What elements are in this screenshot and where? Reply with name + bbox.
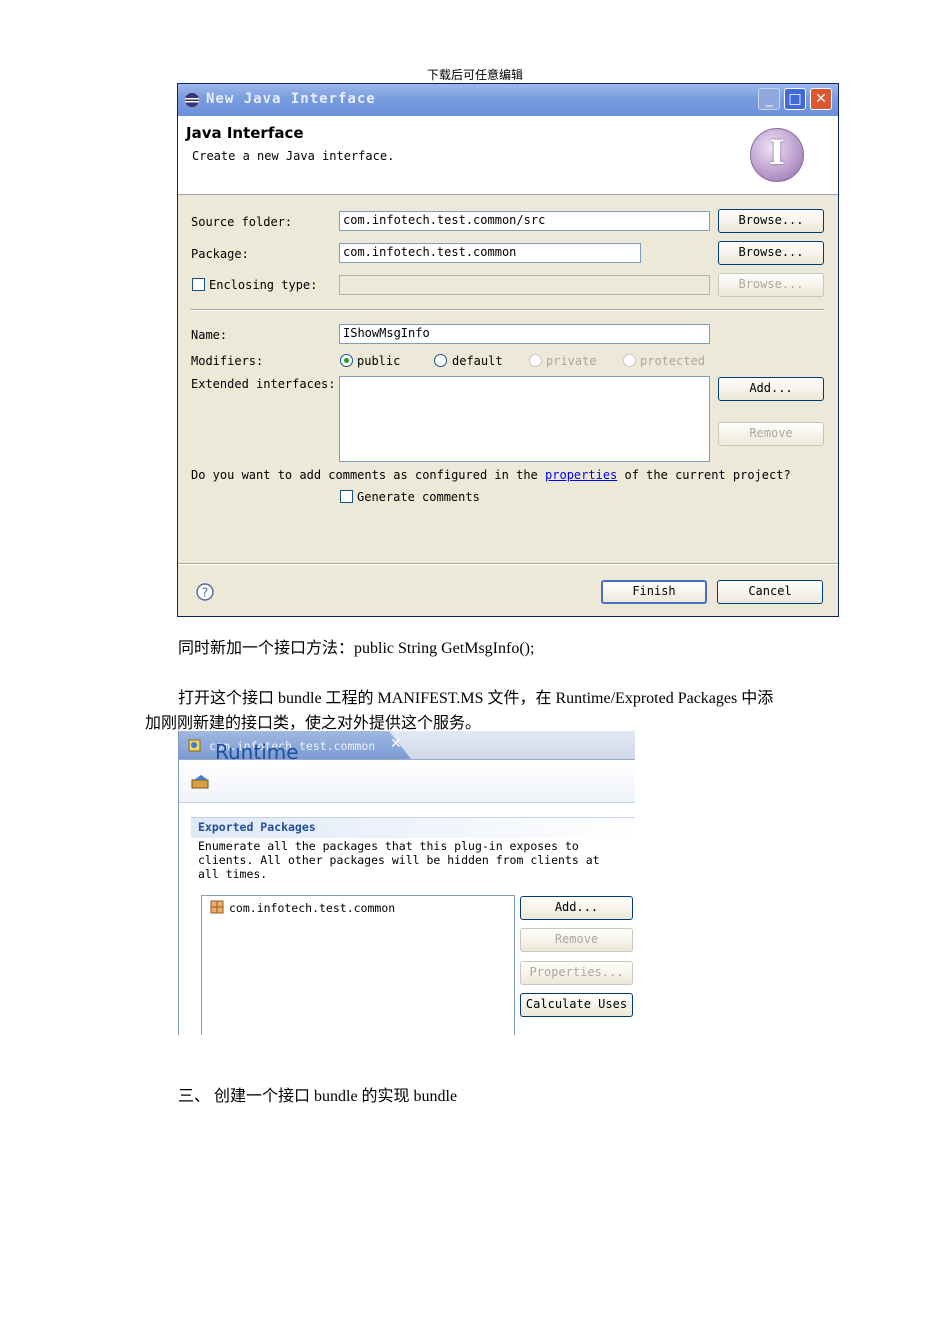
protected-radio-label: protected bbox=[640, 354, 706, 368]
close-button[interactable]: ✕ bbox=[810, 88, 832, 110]
interface-wizard-icon: I bbox=[750, 128, 804, 182]
add-interface-button[interactable]: Add... bbox=[718, 377, 824, 401]
add-package-button[interactable]: Add... bbox=[520, 896, 633, 920]
generate-comments-checkbox[interactable] bbox=[340, 490, 353, 503]
svg-text:?: ? bbox=[202, 586, 208, 600]
minimize-icon: _ bbox=[765, 91, 773, 107]
enclosing-type-input[interactable] bbox=[339, 275, 710, 295]
eclipse-icon bbox=[185, 93, 199, 107]
enclosing-type-label: Enclosing type: bbox=[209, 278, 318, 292]
window-title: New Java Interface bbox=[206, 91, 376, 107]
source-folder-input[interactable]: com.infotech.test.common/src bbox=[339, 211, 710, 231]
wizard-banner: Java Interface Create a new Java interfa… bbox=[178, 116, 838, 195]
banner-description: Create a new Java interface. bbox=[192, 149, 395, 163]
source-folder-label: Source folder: bbox=[191, 215, 293, 229]
private-radio-label: private bbox=[546, 354, 597, 368]
paragraph-interface-method: 同时新加一个接口方法：public String GetMsgInfo(); bbox=[178, 640, 535, 657]
modifiers-label: Modifiers: bbox=[191, 354, 264, 368]
package-icon bbox=[210, 900, 224, 914]
calculate-uses-button[interactable]: Calculate Uses bbox=[520, 993, 633, 1017]
banner-title: Java Interface bbox=[186, 124, 304, 142]
section-desc-line1: Enumerate all the packages that this plu… bbox=[198, 839, 579, 853]
enclosing-type-checkbox[interactable] bbox=[192, 278, 205, 291]
package-label: Package: bbox=[191, 247, 249, 261]
title-bar[interactable]: New Java Interface _ □ ✕ bbox=[178, 84, 838, 116]
close-tab-icon[interactable]: ✕ bbox=[390, 736, 402, 752]
close-icon: ✕ bbox=[815, 91, 827, 107]
remove-interface-button[interactable]: Remove bbox=[718, 422, 824, 446]
new-java-interface-dialog: New Java Interface _ □ ✕ Java Interface … bbox=[177, 83, 839, 617]
private-radio[interactable] bbox=[529, 354, 542, 367]
runtime-icon bbox=[191, 775, 209, 789]
maximize-icon: □ bbox=[788, 91, 802, 107]
properties-button[interactable]: Properties... bbox=[520, 961, 633, 985]
cancel-button[interactable]: Cancel bbox=[717, 580, 823, 604]
exported-packages-list[interactable] bbox=[201, 895, 515, 1035]
browse-source-folder-button[interactable]: Browse... bbox=[718, 209, 824, 233]
paragraph-manifest-line1: 打开这个接口 bundle 工程的 MANIFEST.MS 文件，在 Runti… bbox=[178, 690, 774, 707]
section-desc-line2: clients. All other packages will be hidd… bbox=[198, 853, 600, 867]
public-radio[interactable] bbox=[340, 354, 353, 367]
comments-prefix: Do you want to add comments as configure… bbox=[191, 468, 538, 482]
header-note: 下载后可任意编辑 bbox=[426, 68, 523, 82]
maximize-button[interactable]: □ bbox=[784, 88, 806, 110]
section-title: Exported Packages bbox=[198, 820, 316, 834]
section-desc-line3: all times. bbox=[198, 867, 268, 881]
plugin-manifest-icon bbox=[188, 739, 201, 752]
name-input[interactable]: IShowMsgInfo bbox=[339, 324, 710, 344]
extended-interfaces-list[interactable] bbox=[339, 376, 710, 462]
manifest-runtime-editor: com.infotech.test.common ✕ Runtime Expor… bbox=[178, 731, 635, 1035]
help-icon[interactable]: ? bbox=[196, 583, 214, 601]
properties-link[interactable]: properties bbox=[545, 468, 617, 482]
package-input[interactable]: com.infotech.test.common bbox=[339, 243, 641, 263]
default-radio-label: default bbox=[452, 354, 503, 368]
page-title: Runtime bbox=[215, 740, 299, 764]
comments-suffix: of the current project? bbox=[624, 468, 791, 482]
generate-comments-label: Generate comments bbox=[357, 490, 480, 504]
browse-package-button[interactable]: Browse... bbox=[718, 241, 824, 265]
paragraph-manifest-line2: 加刚刚新建的接口类，使之对外提供这个服务。 bbox=[145, 715, 482, 732]
list-item[interactable]: com.infotech.test.common bbox=[229, 901, 395, 915]
remove-package-button[interactable]: Remove bbox=[520, 928, 633, 952]
separator bbox=[190, 309, 824, 311]
footer-separator bbox=[178, 563, 838, 565]
finish-button[interactable]: Finish bbox=[601, 580, 707, 604]
comments-question: Do you want to add comments as configure… bbox=[191, 468, 791, 482]
extended-interfaces-label: Extended interfaces: bbox=[191, 377, 336, 391]
name-label: Name: bbox=[191, 328, 228, 342]
protected-radio[interactable] bbox=[623, 354, 636, 367]
minimize-button[interactable]: _ bbox=[758, 88, 780, 110]
section-heading-3: 三、 创建一个接口 bundle 的实现 bundle bbox=[178, 1088, 458, 1105]
public-radio-label: public bbox=[357, 354, 401, 368]
default-radio[interactable] bbox=[434, 354, 447, 367]
page-header bbox=[179, 760, 635, 803]
browse-enclosing-type-button[interactable]: Browse... bbox=[718, 273, 824, 297]
